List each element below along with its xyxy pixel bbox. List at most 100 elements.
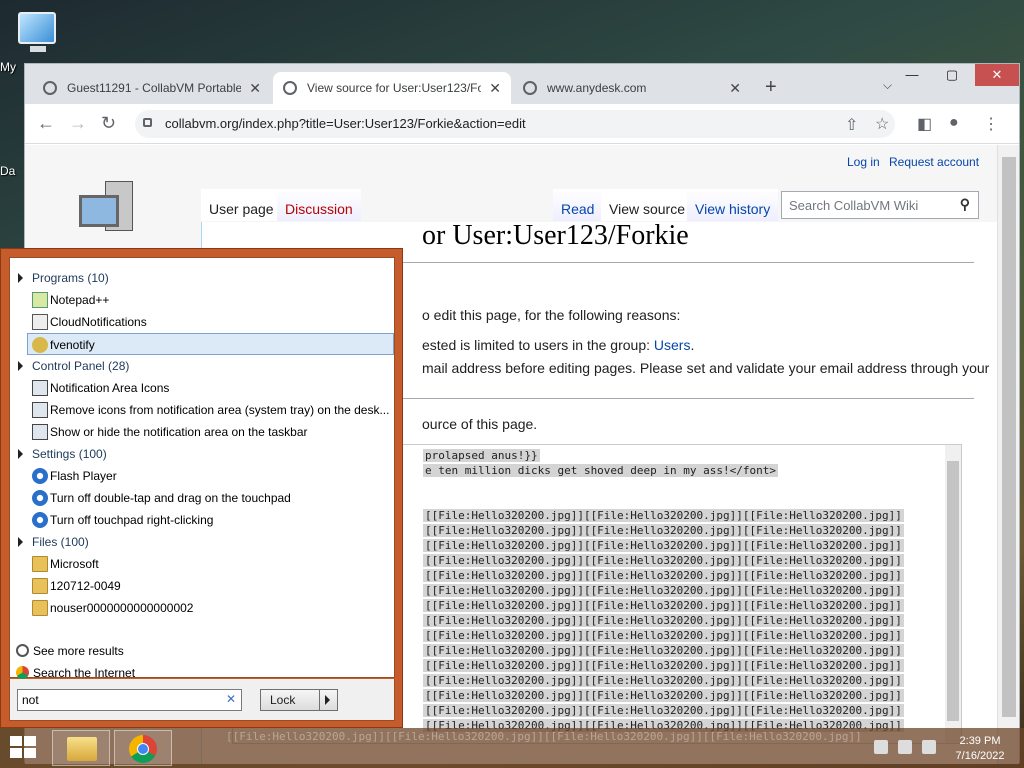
group-text: ested is limited to users in the group: … <box>422 337 694 353</box>
clear-search-icon[interactable]: ✕ <box>226 692 236 706</box>
close-window-button[interactable]: ✕ <box>975 64 1019 86</box>
tab-view-history[interactable]: View history <box>687 189 779 221</box>
result-flash-player[interactable]: Flash Player <box>10 465 394 487</box>
computer-desktop-icon[interactable] <box>14 10 62 56</box>
power-options-arrow-icon[interactable] <box>325 695 330 705</box>
wiki-logo[interactable] <box>75 181 145 241</box>
result-label: Notification Area Icons <box>50 381 170 395</box>
users-link[interactable]: Users <box>654 337 691 353</box>
result-folder-microsoft[interactable]: Microsoft <box>10 553 394 575</box>
start-menu: Programs (10) Notepad++ CloudNotificatio… <box>0 248 403 728</box>
taskbar-explorer[interactable] <box>52 730 110 766</box>
tab-strip: Guest11291 - CollabVM Portable ✕ View so… <box>25 64 1019 104</box>
group-text-prefix: ested is limited to users in the group: <box>422 337 654 353</box>
page-scrollbar[interactable] <box>997 145 1019 764</box>
gear-icon <box>32 512 48 528</box>
category-programs[interactable]: Programs (10) <box>10 267 394 289</box>
url-text[interactable]: collabvm.org/index.php?title=User:User12… <box>165 116 526 131</box>
bookmark-star-icon[interactable]: ☆ <box>875 114 889 134</box>
result-label: Notepad++ <box>50 293 110 307</box>
network-icon[interactable] <box>898 740 912 754</box>
folder-icon <box>32 578 48 594</box>
result-double-tap[interactable]: Turn off double-tap and drag on the touc… <box>10 487 394 509</box>
monitor-icon <box>32 380 48 396</box>
category-label: Settings (100) <box>32 447 107 461</box>
result-folder-120712[interactable]: 120712-0049 <box>10 575 394 597</box>
reload-icon[interactable]: ↻ <box>101 113 116 134</box>
lock-divider <box>319 690 320 710</box>
login-link[interactable]: Log in <box>847 155 880 169</box>
start-search-box[interactable]: ✕ <box>17 689 242 711</box>
file-explorer-icon <box>67 737 97 761</box>
result-show-hide-notification[interactable]: Show or hide the notification area on th… <box>10 421 394 443</box>
category-settings[interactable]: Settings (100) <box>10 443 394 465</box>
clock-date: 7/16/2022 <box>955 750 1005 762</box>
tab-collabvm[interactable]: Guest11291 - CollabVM Portable ✕ <box>33 72 271 104</box>
chrome-icon <box>129 735 157 763</box>
minimize-button[interactable]: — <box>895 64 929 86</box>
source-intro-text: ource of this page. <box>422 416 538 432</box>
expand-arrow-icon <box>18 361 23 371</box>
source-line: [[File:Hello320200.jpg]][[File:Hello3202… <box>423 599 904 612</box>
close-tab-icon[interactable]: ✕ <box>249 80 261 97</box>
action-center-icon[interactable] <box>922 740 936 754</box>
source-scrollbar[interactable] <box>945 445 961 743</box>
category-files[interactable]: Files (100) <box>10 531 394 553</box>
permission-text: o edit this page, for the following reas… <box>422 307 681 323</box>
forward-arrow-icon[interactable]: → <box>69 113 87 134</box>
tab-discussion[interactable]: Discussion <box>277 189 361 221</box>
expand-arrow-icon <box>18 273 23 283</box>
result-notification-area-icons[interactable]: Notification Area Icons <box>10 377 394 399</box>
tab-search-chevron-icon[interactable]: ⌵ <box>883 78 892 93</box>
volume-muted-icon[interactable] <box>874 740 888 754</box>
see-more-results-link[interactable]: See more results <box>16 644 124 658</box>
tab-title: www.anydesk.com <box>547 81 647 95</box>
back-arrow-icon[interactable]: ← <box>37 113 55 134</box>
result-notepadpp[interactable]: Notepad++ <box>10 289 394 311</box>
source-line: [[File:Hello320200.jpg]][[File:Hello3202… <box>423 644 904 657</box>
scrollbar-thumb[interactable] <box>947 461 959 721</box>
gear-icon <box>32 468 48 484</box>
link-label: Search the Internet <box>33 666 136 680</box>
scrollbar-thumb[interactable] <box>1002 157 1016 717</box>
result-label: fvenotify <box>50 338 95 352</box>
menu-kebab-icon[interactable]: ⋮ <box>983 114 999 134</box>
close-tab-icon[interactable]: ✕ <box>489 80 501 97</box>
lock-button[interactable]: Lock <box>260 689 338 711</box>
clock-time: 2:39 PM <box>959 735 1001 747</box>
lock-icon[interactable] <box>143 118 152 127</box>
category-control-panel[interactable]: Control Panel (28) <box>10 355 394 377</box>
wiki-search-input[interactable]: Search CollabVM Wiki ⚲ <box>781 191 979 219</box>
tab-read[interactable]: Read <box>553 189 603 221</box>
tab-anydesk[interactable]: www.anydesk.com ✕ <box>513 72 751 104</box>
search-placeholder: Search CollabVM Wiki <box>789 198 919 213</box>
search-internet-link[interactable]: Search the Internet <box>16 666 135 680</box>
profile-avatar-icon[interactable]: ● <box>949 114 959 132</box>
source-line: [[File:Hello320200.jpg]][[File:Hello3202… <box>423 509 904 522</box>
result-fvenotify[interactable]: fvenotify <box>27 333 394 355</box>
monitor-icon <box>32 424 48 440</box>
new-tab-button[interactable]: + <box>765 76 777 99</box>
source-line: [[File:Hello320200.jpg]][[File:Hello3202… <box>423 629 904 642</box>
maximize-button[interactable]: ▢ <box>935 64 969 86</box>
share-icon[interactable]: ⇧ <box>845 115 858 135</box>
result-remove-icons[interactable]: Remove icons from notification area (sys… <box>10 399 394 421</box>
start-search-input[interactable] <box>22 692 212 708</box>
taskbar-clock[interactable]: 2:39 PM 7/16/2022 <box>950 734 1010 764</box>
result-folder-nouser[interactable]: nouser0000000000000002 <box>10 597 394 619</box>
notepad-icon <box>32 292 48 308</box>
email-text: mail address before editing pages. Pleas… <box>422 360 990 376</box>
result-touchpad-right-click[interactable]: Turn off touchpad right-clicking <box>10 509 394 531</box>
side-panel-icon[interactable]: ◧ <box>917 114 932 134</box>
result-cloudnotifications[interactable]: CloudNotifications <box>10 311 394 333</box>
address-bar[interactable]: collabvm.org/index.php?title=User:User12… <box>135 110 895 138</box>
search-icon[interactable]: ⚲ <box>960 196 970 213</box>
request-account-link[interactable]: Request account <box>889 155 979 169</box>
start-button[interactable] <box>10 736 38 760</box>
tab-view-source[interactable]: View source for User:User123/Forkie ✕ <box>273 72 511 104</box>
taskbar-chrome[interactable] <box>114 730 172 766</box>
tab-user-page[interactable]: User page <box>201 189 282 221</box>
tab-view-source-wiki[interactable]: View source <box>601 189 694 221</box>
close-tab-icon[interactable]: ✕ <box>729 80 741 97</box>
globe-icon <box>283 81 297 95</box>
